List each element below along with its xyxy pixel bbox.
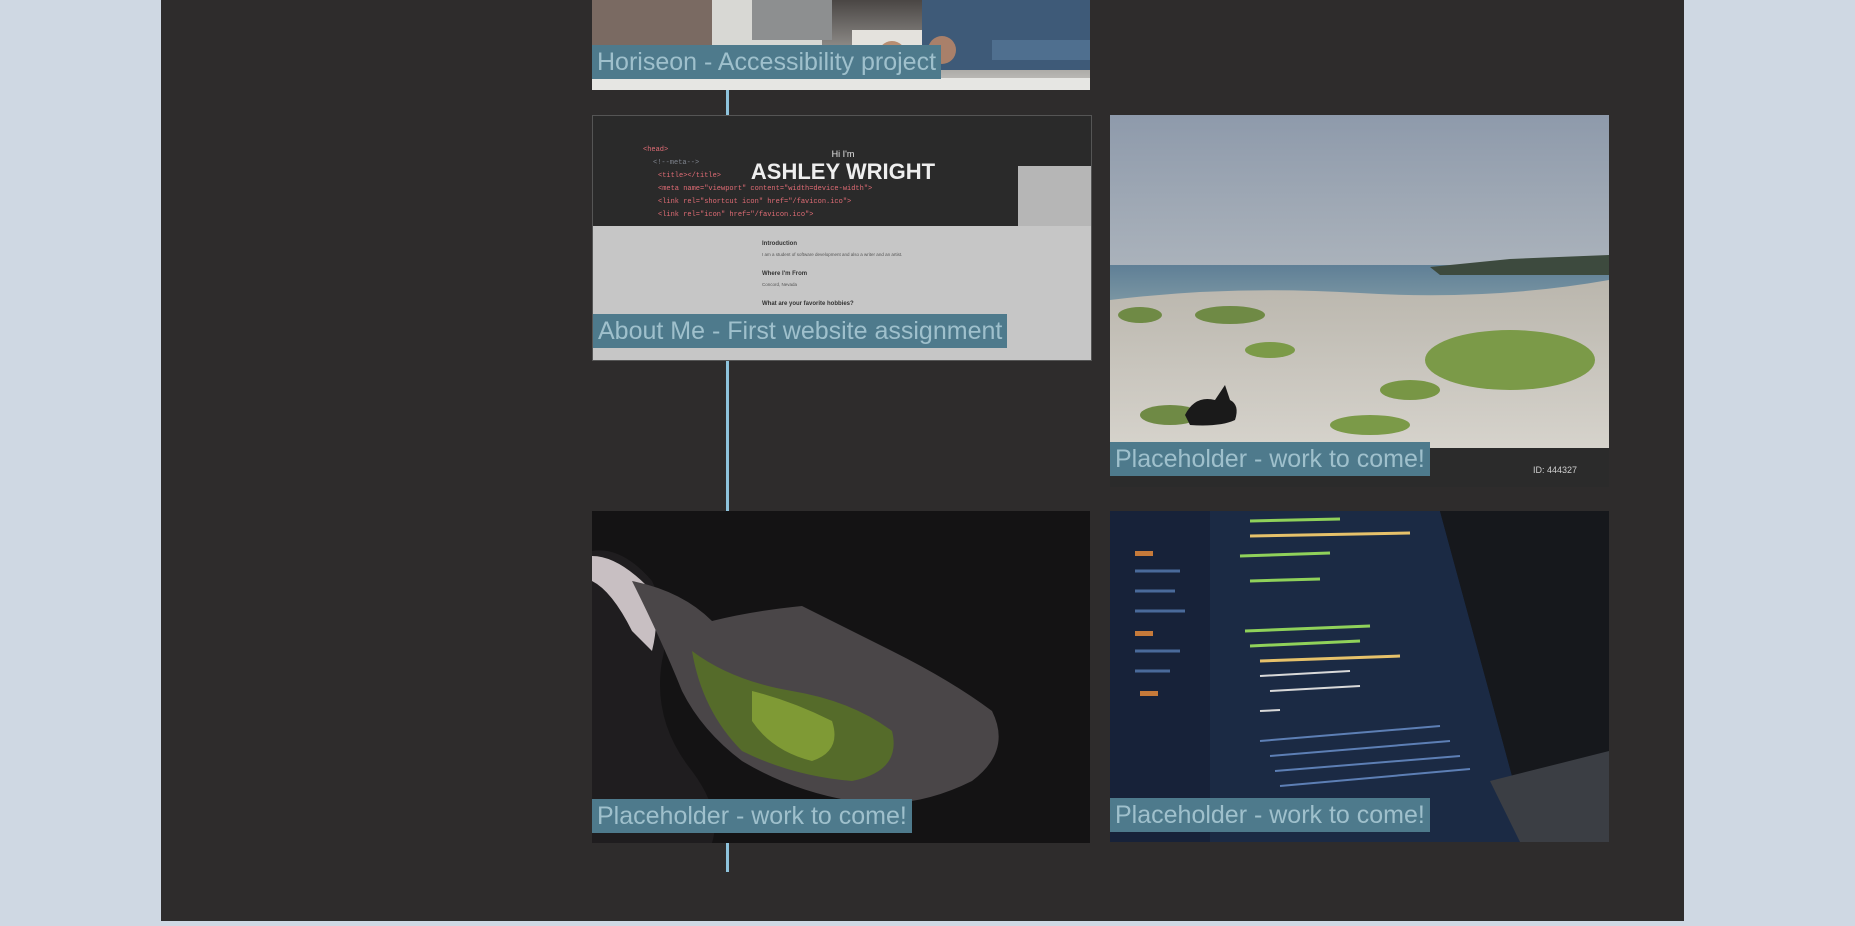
project-caption: Placeholder - work to come! xyxy=(1110,442,1430,476)
project-caption: Horiseon - Accessibility project xyxy=(592,45,942,79)
site-name: ASHLEY WRIGHT xyxy=(751,159,936,184)
project-caption: About Me - First website assignment xyxy=(593,314,1008,348)
project-card-horiseon[interactable]: Horiseon - Accessibility project xyxy=(592,0,1090,90)
site-from-text: Concord, Nevada xyxy=(762,282,798,287)
svg-text:<head>: <head> xyxy=(643,146,668,154)
beach-dog-photo: ID: 444327 xyxy=(1110,115,1609,487)
site-greeting: Hi I'm xyxy=(832,149,855,159)
svg-text:<link rel="icon" href="/favico: <link rel="icon" href="/favicon.ico"> xyxy=(658,211,813,219)
site-section-hobbies: What are your favorite hobbies? xyxy=(762,301,854,307)
svg-text:<link rel="shortcut icon" href: <link rel="shortcut icon" href="/favicon… xyxy=(658,198,851,206)
project-caption: Placeholder - work to come! xyxy=(1110,798,1430,832)
site-intro-text: I am a student of software development a… xyxy=(762,252,902,257)
cave-photo xyxy=(592,511,1090,843)
svg-text:<title></title>: <title></title> xyxy=(658,172,721,180)
project-caption: Placeholder - work to come! xyxy=(592,799,912,833)
site-section-from: Where I'm From xyxy=(762,271,807,277)
project-card-placeholder-cave[interactable]: Placeholder - work to come! xyxy=(592,511,1090,843)
image-id-label: ID: 444327 xyxy=(1533,465,1577,475)
project-card-placeholder-beach[interactable]: ID: 444327 Placeholder - work to come! xyxy=(1110,115,1609,487)
svg-text:<meta name="viewport" content=: <meta name="viewport" content="width=dev… xyxy=(658,185,872,193)
main-panel: Horiseon - Accessibility project <head> … xyxy=(161,0,1684,921)
code-laptop-photo xyxy=(1110,511,1609,842)
svg-text:<!--meta-->: <!--meta--> xyxy=(653,159,699,167)
project-card-placeholder-code[interactable]: Placeholder - work to come! xyxy=(1110,511,1609,842)
project-card-about-me[interactable]: <head> <!--meta--> <title></title> <meta… xyxy=(592,115,1092,361)
site-section-intro: Introduction xyxy=(762,241,797,247)
